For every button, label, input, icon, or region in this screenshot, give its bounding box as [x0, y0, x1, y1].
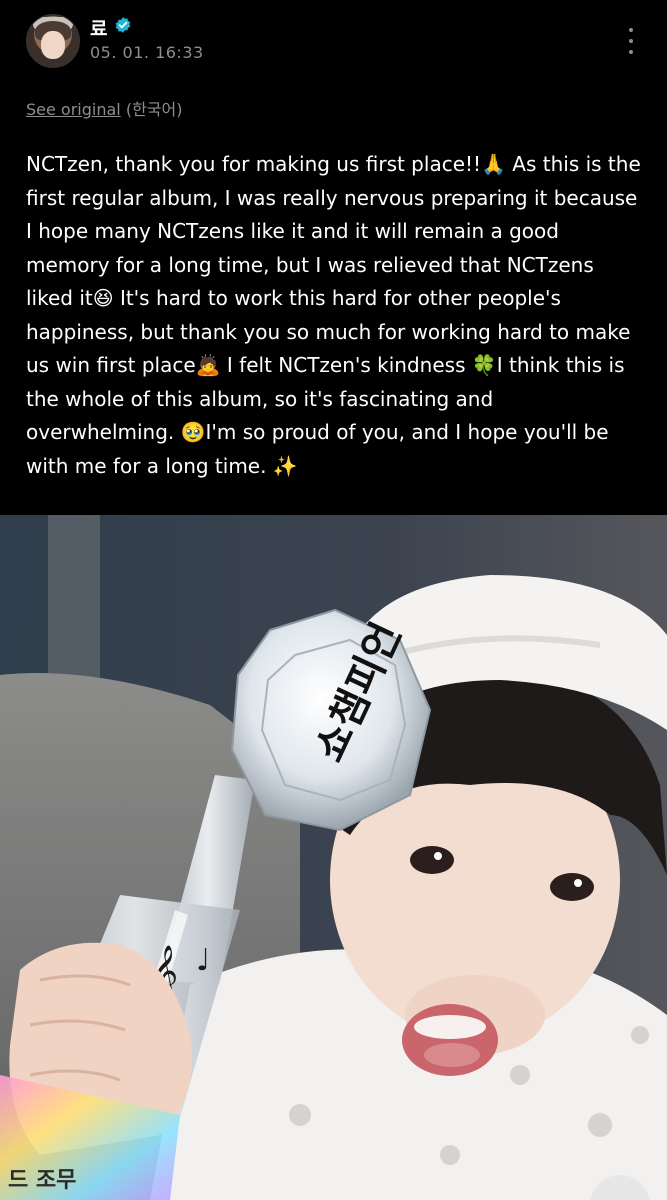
translation-notice: See original (한국어): [26, 96, 182, 120]
more-options-icon[interactable]: [624, 28, 638, 54]
post-body-text: NCTzen, thank you for making us first pl…: [26, 152, 648, 478]
post-header: 료 05. 01. 16:33: [0, 0, 667, 80]
original-language-label: (한국어): [125, 100, 183, 119]
right-eye: [550, 873, 594, 901]
post-photo[interactable]: 𝄞 ♩ 쇼챔피언 드 조무: [0, 515, 667, 1200]
left-eye: [410, 846, 454, 874]
avatar-face: [41, 31, 65, 59]
post-page: 료 05. 01. 16:33 See original (한국어) NCTze…: [0, 0, 667, 1200]
post-timestamp: 05. 01. 16:33: [90, 43, 204, 62]
avatar[interactable]: [26, 14, 80, 68]
verified-badge-icon: [115, 17, 131, 33]
see-original-link[interactable]: See original: [26, 100, 121, 119]
author-name[interactable]: 료: [90, 14, 107, 41]
music-note-mark: ♩: [196, 943, 210, 978]
photo-illustration: 𝄞 ♩ 쇼챔피언 드 조무: [0, 515, 667, 1200]
trophy-base-label: 드 조무: [8, 1168, 76, 1193]
